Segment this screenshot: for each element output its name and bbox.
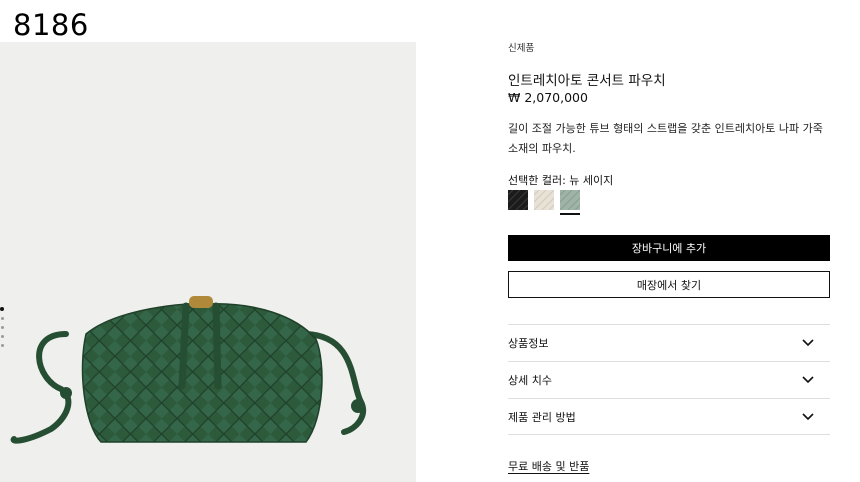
product-details-accordion: 상품정보 상세 치수 제품 관리 방법 [508, 324, 830, 435]
accordion-dimensions[interactable]: 상세 치수 [508, 361, 830, 398]
weave-texture-icon [533, 189, 555, 211]
selected-color-label: 선택한 컬러: 뉴 세이지 [508, 174, 614, 187]
product-description: 길이 조절 가능한 튜브 형태의 스트랩을 갖춘 인트레치아토 나파 가죽 소재… [508, 122, 823, 155]
accordion-product-info[interactable]: 상품정보 [508, 324, 830, 361]
add-to-cart-button[interactable]: 장바구니에 추가 [508, 235, 830, 261]
product-title: 인트레치아토 콘서트 파우치 [508, 73, 666, 89]
product-price: ₩ 2,070,000 [508, 90, 588, 105]
swatch-cream[interactable] [533, 189, 555, 211]
bag-zipper-pull-1 [178, 302, 190, 390]
shipping-returns-link[interactable]: 무료 배송 및 반품 [508, 458, 589, 474]
swatch-sage[interactable] [559, 189, 581, 215]
corner-number: 8186 [13, 8, 89, 42]
find-in-store-button[interactable]: 매장에서 찾기 [508, 271, 830, 298]
accordion-label: 제품 관리 방법 [508, 410, 576, 424]
accordion-care[interactable]: 제품 관리 방법 [508, 398, 830, 435]
chevron-down-icon [802, 412, 814, 420]
gallery-dot[interactable] [1, 335, 4, 338]
new-badge: 신제품 [508, 43, 535, 54]
swatch-black[interactable] [507, 189, 529, 211]
gallery-dot[interactable] [1, 317, 4, 320]
weave-texture-icon [559, 189, 581, 211]
gallery-dot[interactable] [0, 307, 4, 311]
bag-body [81, 302, 323, 443]
chevron-down-icon [802, 339, 814, 347]
bag-strap-left [10, 331, 72, 444]
weave-texture-icon [507, 189, 529, 211]
color-swatches [507, 189, 581, 215]
gallery-dot[interactable] [1, 344, 4, 347]
product-image [10, 296, 366, 444]
bag-zipper-pull-2 [212, 302, 222, 390]
accordion-label: 상세 치수 [508, 374, 552, 387]
accordion-label: 상품정보 [508, 337, 549, 350]
chevron-down-icon [802, 376, 814, 384]
gallery-dot[interactable] [1, 326, 4, 329]
